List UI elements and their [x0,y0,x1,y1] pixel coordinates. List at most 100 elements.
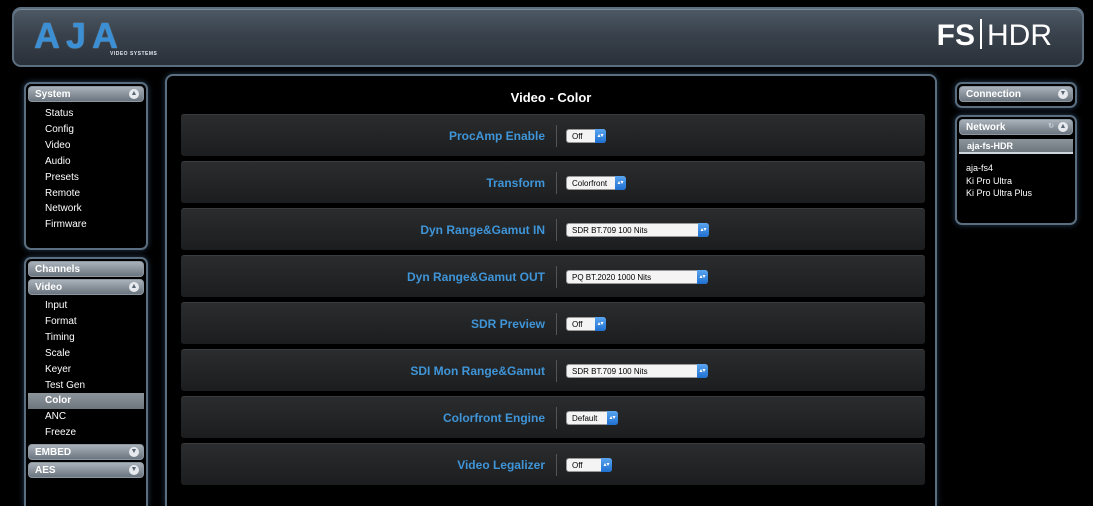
setting-row-colorfront-engine: Colorfront Engine Default ▴▾ [181,396,925,438]
transform-select[interactable]: Colorfront ▴▾ [566,176,626,190]
header-bar: AJA VIDEO SYSTEMS FS HDR [12,7,1084,67]
setting-label: Transform [486,176,545,190]
main-content: Video - Color ProcAmp Enable Off ▴▾ Transfo… [165,74,937,506]
sidebar-item-network[interactable]: Network [26,201,146,217]
embed-header[interactable]: EMBED ▼ [28,444,144,461]
page-title: Video - Color [510,90,592,105]
device-ki-pro-ultra-plus[interactable]: Ki Pro Ultra Plus [957,187,1075,200]
sidebar-item-video[interactable]: Video [26,138,146,154]
sdi-mon-range-gamut-select[interactable]: SDR BT.709 100 Nits ▴▾ [566,364,708,378]
connection-header[interactable]: Connection ▼ [959,86,1073,102]
setting-label: Dyn Range&Gamut OUT [406,270,545,284]
collapse-icon[interactable]: ▲ [1058,122,1068,132]
select-value: SDR BT.709 100 Nits [572,367,648,376]
product-divider [980,19,982,49]
setting-label: SDR Preview [470,317,545,331]
expand-icon[interactable]: ▼ [129,465,139,476]
channels-panel: Channels Video ▲ Input Format Timing Scale K… [24,257,148,506]
sidebar-item-freeze[interactable]: Freeze [26,425,146,441]
select-value: SDR BT.709 100 Nits [572,226,648,235]
row-divider [556,407,557,429]
sidebar-item-status[interactable]: Status [26,106,146,122]
setting-label: Video Legalizer [457,458,545,472]
sidebar-item-timing[interactable]: Timing [26,330,146,346]
dropdown-arrow-icon[interactable]: ▴▾ [697,270,708,284]
dropdown-arrow-icon[interactable]: ▴▾ [698,223,709,237]
select-value: Off [572,320,583,329]
sidebar-item-format[interactable]: Format [26,314,146,330]
setting-row-dyn-range-gamut-out: Dyn Range&Gamut OUT PQ BT.2020 1000 Nits ▴… [181,255,925,297]
select-value: Off [572,132,583,141]
row-divider [556,219,557,241]
aes-title: AES [35,465,56,477]
expand-icon[interactable]: ▼ [1058,89,1068,99]
select-value: PQ BT.2020 1000 Nits [572,273,652,282]
dropdown-arrow-icon[interactable]: ▴▾ [595,129,606,143]
row-divider [556,313,557,335]
sidebar-item-presets[interactable]: Presets [26,170,146,186]
video-header[interactable]: Video ▲ [28,279,144,295]
sidebar-item-firmware[interactable]: Firmware [26,217,146,233]
connection-panel: Connection ▼ [955,82,1077,108]
select-value: Colorfront [572,179,608,188]
row-divider [556,125,557,147]
setting-row-transform: Transform Colorfront ▴▾ [181,161,925,203]
logo-subtitle: VIDEO SYSTEMS [110,51,158,57]
connection-title: Connection [966,89,1021,100]
collapse-icon[interactable]: ▲ [129,89,139,99]
row-divider [556,172,557,194]
dropdown-arrow-icon[interactable]: ▴▾ [601,458,612,472]
colorfront-engine-select[interactable]: Default ▴▾ [566,411,618,425]
sidebar-item-audio[interactable]: Audio [26,154,146,170]
dropdown-arrow-icon[interactable]: ▴▾ [615,176,626,190]
select-value: Off [572,461,583,470]
dyn-range-gamut-out-select[interactable]: PQ BT.2020 1000 Nits ▴▾ [566,270,708,284]
device-aja-fs4[interactable]: aja-fs4 [957,162,1075,175]
selected-device[interactable]: aja-fs-HDR [959,139,1073,154]
channels-header[interactable]: Channels [28,261,144,277]
sidebar-item-anc[interactable]: ANC [26,409,146,425]
setting-label: ProcAmp Enable [448,129,545,143]
refresh-icon[interactable]: ↻ [1046,122,1056,132]
select-value: Default [572,414,598,423]
system-title: System [35,89,71,100]
network-title: Network [966,122,1006,133]
product-name: FS HDR [937,19,1052,57]
video-title: Video [35,282,63,293]
embed-title: EMBED [35,447,72,459]
setting-label: Dyn Range&Gamut IN [420,223,545,237]
collapse-icon[interactable]: ▲ [129,282,139,292]
sidebar-item-test-gen[interactable]: Test Gen [26,378,146,394]
video-menu: Input Format Timing Scale Keyer Test Gen Color… [26,295,146,441]
setting-label: SDI Mon Range&Gamut [410,364,545,378]
product-name-fs: FS [936,19,975,52]
sidebar-item-color[interactable]: Color [28,393,144,410]
network-header[interactable]: Network ↻ ▲ [959,119,1073,135]
dropdown-arrow-icon[interactable]: ▴▾ [697,364,708,378]
sdr-preview-select[interactable]: Off ▴▾ [566,317,606,331]
aes-header[interactable]: AES ▼ [28,462,144,479]
procamp-enable-select[interactable]: Off ▴▾ [566,129,606,143]
row-divider [556,266,557,288]
sidebar-item-remote[interactable]: Remote [26,186,146,202]
system-menu: Status Config Video Audio Presets Remote Netwo… [26,102,146,233]
setting-label: Colorfront Engine [443,411,545,425]
dyn-range-gamut-in-select[interactable]: SDR BT.709 100 Nits ▴▾ [566,223,709,237]
channels-title: Channels [35,264,81,275]
sidebar-item-scale[interactable]: Scale [26,346,146,362]
dropdown-arrow-icon[interactable]: ▴▾ [595,317,606,331]
sidebar-item-keyer[interactable]: Keyer [26,362,146,378]
device-ki-pro-ultra[interactable]: Ki Pro Ultra [957,175,1075,188]
setting-row-sdi-mon-range-gamut: SDI Mon Range&Gamut SDR BT.709 100 Nits ▴▾ [181,349,925,391]
setting-row-video-legalizer: Video Legalizer Off ▴▾ [181,443,925,485]
setting-row-sdr-preview: SDR Preview Off ▴▾ [181,302,925,344]
expand-icon[interactable]: ▼ [129,447,139,458]
network-panel: Network ↻ ▲ aja-fs-HDR aja-fs4 Ki Pro Ult… [955,115,1077,225]
sidebar-item-config[interactable]: Config [26,122,146,138]
row-divider [556,454,557,476]
system-panel: System ▲ Status Config Video Audio Presets Re… [24,82,148,250]
sidebar-item-input[interactable]: Input [26,298,146,314]
video-legalizer-select[interactable]: Off ▴▾ [566,458,612,472]
dropdown-arrow-icon[interactable]: ▴▾ [607,411,618,425]
system-header[interactable]: System ▲ [28,86,144,102]
